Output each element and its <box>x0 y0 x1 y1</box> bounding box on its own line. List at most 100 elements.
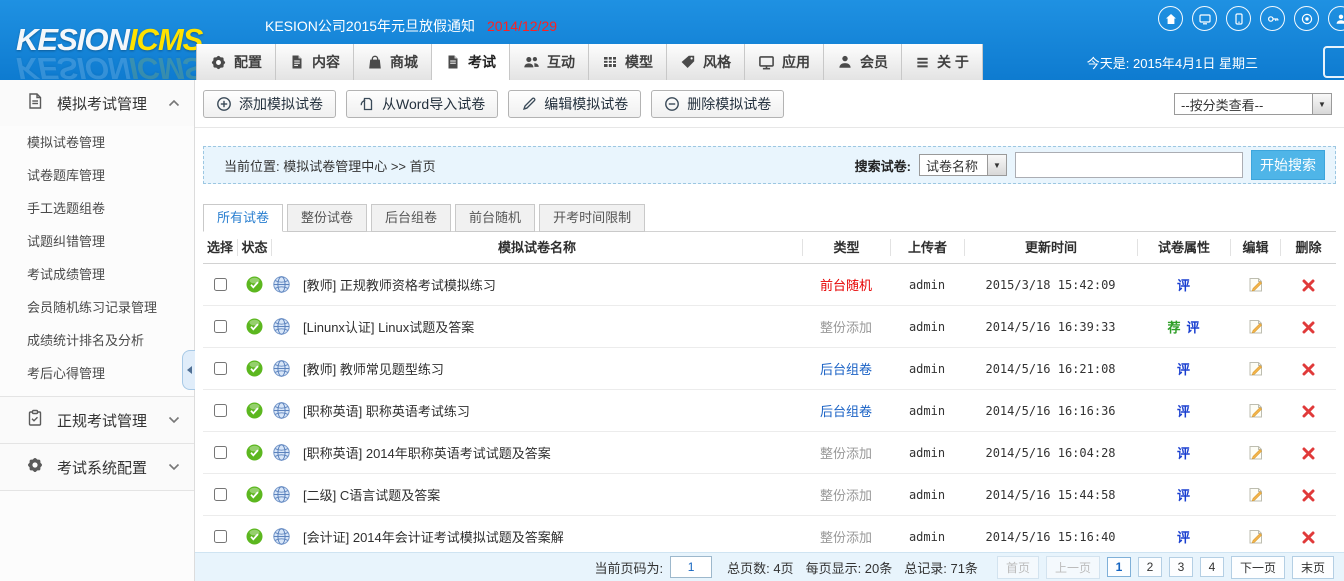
globe-icon[interactable] <box>273 402 290 419</box>
edit-icon[interactable] <box>1247 360 1264 377</box>
prev-page-button[interactable]: 上一页 <box>1046 556 1100 579</box>
exam-name-link[interactable]: [教师] 正规教师资格考试模拟练习 <box>303 275 496 294</box>
user-icon[interactable] <box>1328 6 1344 31</box>
exam-name-link[interactable]: [Linunx认证] Linux试题及答案 <box>303 317 474 336</box>
tab-content[interactable]: 内容 <box>276 44 354 80</box>
edit-icon[interactable] <box>1247 486 1264 503</box>
comment-flag[interactable]: 评 <box>1177 488 1190 503</box>
delete-icon[interactable] <box>1302 405 1315 418</box>
mobile-icon[interactable] <box>1226 6 1251 31</box>
row-checkbox[interactable] <box>214 446 227 459</box>
page-button-2[interactable]: 2 <box>1138 557 1162 577</box>
edit-icon[interactable] <box>1247 276 1264 293</box>
current-page-input[interactable] <box>670 556 712 578</box>
key-icon[interactable] <box>1260 6 1285 31</box>
search-button[interactable]: 开始搜索 <box>1251 150 1325 180</box>
delete-icon[interactable] <box>1302 531 1315 544</box>
delete-exam-button[interactable]: 删除模拟试卷 <box>651 90 784 118</box>
delete-icon[interactable] <box>1302 447 1315 460</box>
tab-model[interactable]: 模型 <box>589 44 667 80</box>
tab-whole-papers[interactable]: 整份试卷 <box>287 204 367 232</box>
status-ok-icon[interactable] <box>246 360 263 377</box>
status-ok-icon[interactable] <box>246 402 263 419</box>
word-import-button[interactable]: 从Word导入试卷 <box>346 90 498 118</box>
comment-flag[interactable]: 评 <box>1177 362 1190 377</box>
globe-icon[interactable] <box>273 528 290 545</box>
edit-icon[interactable] <box>1247 318 1264 335</box>
exam-name-link[interactable]: [职称英语] 2014年职称英语考试试题及答案 <box>303 443 551 462</box>
globe-icon[interactable] <box>273 276 290 293</box>
comment-flag[interactable]: 评 <box>1177 530 1190 545</box>
row-checkbox[interactable] <box>214 530 227 543</box>
tab-app[interactable]: 应用 <box>745 44 824 80</box>
tab-config[interactable]: 配置 <box>196 44 276 80</box>
category-filter-select[interactable]: --按分类查看-- ▼ <box>1174 93 1332 115</box>
sidebar-collapse-handle[interactable] <box>182 350 195 390</box>
tab-time-limited[interactable]: 开考时间限制 <box>539 204 645 232</box>
row-checkbox[interactable] <box>214 362 227 375</box>
page-button-4[interactable]: 4 <box>1200 557 1224 577</box>
tab-exam[interactable]: 考试 <box>432 44 510 80</box>
exam-name-link[interactable]: [会计证] 2014年会计证考试模拟试题及答案解 <box>303 527 564 546</box>
edit-icon[interactable] <box>1247 444 1264 461</box>
edit-exam-button[interactable]: 编辑模拟试卷 <box>508 90 641 118</box>
last-page-button[interactable]: 末页 <box>1292 556 1334 579</box>
tab-mall[interactable]: 商城 <box>354 44 432 80</box>
sidebar-item-question-bank[interactable]: 试卷题库管理 <box>0 159 194 192</box>
globe-icon[interactable] <box>273 360 290 377</box>
tab-style[interactable]: 风格 <box>667 44 745 80</box>
comment-flag[interactable]: 评 <box>1177 446 1190 461</box>
sidebar-item-paper-mgmt[interactable]: 模拟试卷管理 <box>0 126 194 159</box>
announcement-link[interactable]: KESION公司2015年元旦放假通知 2014/12/29 <box>265 16 557 36</box>
status-ok-icon[interactable] <box>246 318 263 335</box>
sidebar-item-member-practice-records[interactable]: 会员随机练习记录管理 <box>0 291 194 324</box>
tab-all-papers[interactable]: 所有试卷 <box>203 204 283 232</box>
search-field-select[interactable]: 试卷名称 ▼ <box>919 154 1007 176</box>
globe-icon[interactable] <box>273 444 290 461</box>
home-icon[interactable] <box>1158 6 1183 31</box>
sidebar-item-manual-compose[interactable]: 手工选题组卷 <box>0 192 194 225</box>
exam-name-link[interactable]: [教师] 教师常见题型练习 <box>303 359 444 378</box>
row-checkbox[interactable] <box>214 278 227 291</box>
tab-interact[interactable]: 互动 <box>510 44 589 80</box>
tab-backend-composed[interactable]: 后台组卷 <box>371 204 451 232</box>
app-logo[interactable]: KESIONICMS KESIONICMS <box>16 24 202 55</box>
sidebar-section-mock-exam[interactable]: 模拟考试管理 <box>0 80 194 126</box>
row-checkbox[interactable] <box>214 404 227 417</box>
exam-name-link[interactable]: [二级] C语言试题及答案 <box>303 485 440 504</box>
sidebar-section-formal-exam[interactable]: 正规考试管理 <box>0 396 194 443</box>
record-icon[interactable] <box>1294 6 1319 31</box>
comment-flag[interactable]: 评 <box>1177 404 1190 419</box>
row-checkbox[interactable] <box>214 320 227 333</box>
sidebar-item-error-correction[interactable]: 试题纠错管理 <box>0 225 194 258</box>
comment-flag[interactable]: 评 <box>1187 320 1200 335</box>
first-page-button[interactable]: 首页 <box>997 556 1039 579</box>
add-exam-button[interactable]: 添加模拟试卷 <box>203 90 336 118</box>
message-icon[interactable] <box>1192 6 1217 31</box>
edit-icon[interactable] <box>1247 528 1264 545</box>
globe-icon[interactable] <box>273 486 290 503</box>
delete-icon[interactable] <box>1302 489 1315 502</box>
sidebar-item-exam-reflection[interactable]: 考后心得管理 <box>0 357 194 390</box>
exam-type[interactable]: 后台组卷 <box>802 359 890 378</box>
tab-member[interactable]: 会员 <box>824 44 902 80</box>
edit-icon[interactable] <box>1247 402 1264 419</box>
status-ok-icon[interactable] <box>246 486 263 503</box>
sidebar-item-score-mgmt[interactable]: 考试成绩管理 <box>0 258 194 291</box>
comment-flag[interactable]: 评 <box>1177 278 1190 293</box>
sidebar-item-score-ranking-analysis[interactable]: 成绩统计排名及分析 <box>0 324 194 357</box>
delete-icon[interactable] <box>1302 363 1315 376</box>
row-checkbox[interactable] <box>214 488 227 501</box>
status-ok-icon[interactable] <box>246 444 263 461</box>
globe-icon[interactable] <box>273 318 290 335</box>
search-input[interactable] <box>1015 152 1243 178</box>
exam-type[interactable]: 后台组卷 <box>802 401 890 420</box>
tab-about[interactable]: 关 于 <box>902 44 983 80</box>
tab-frontend-random[interactable]: 前台随机 <box>455 204 535 232</box>
status-ok-icon[interactable] <box>246 528 263 545</box>
page-button-3[interactable]: 3 <box>1169 557 1193 577</box>
exam-name-link[interactable]: [职称英语] 职称英语考试练习 <box>303 401 470 420</box>
status-ok-icon[interactable] <box>246 276 263 293</box>
next-page-button[interactable]: 下一页 <box>1231 556 1285 579</box>
recommend-flag[interactable]: 荐 <box>1167 320 1180 335</box>
